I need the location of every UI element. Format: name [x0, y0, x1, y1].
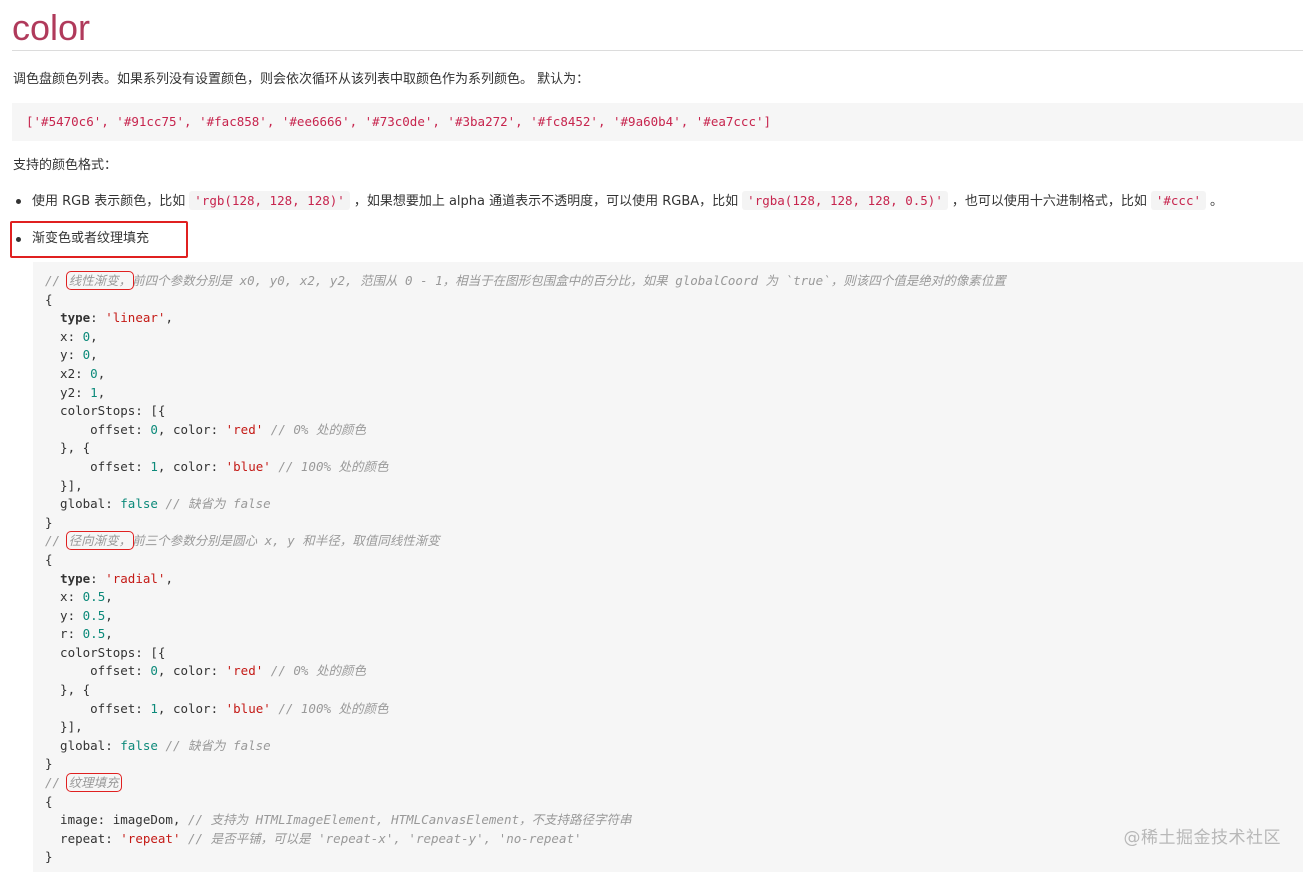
code-line: colorStops: [{	[45, 403, 166, 419]
texture-fill-label: 纹理填充	[65, 773, 122, 793]
intro-description: 调色盘颜色列表。如果系列没有设置颜色，则会依次循环从该列表中取颜色作为系列颜色。…	[13, 72, 590, 87]
code-line: x2: 0,	[45, 365, 106, 381]
format-text: ，如果想要加上 alpha 通道表示不透明度，可以使用 RGBA，比如	[353, 194, 739, 209]
code-line: }],	[45, 477, 83, 493]
code-line: global: false // 缺省为 false	[45, 737, 271, 753]
code-line: }	[45, 849, 53, 865]
code-line: image: imageDom, // 支持为 HTMLImageElement…	[45, 812, 632, 828]
code-line: type: 'radial',	[60, 570, 173, 586]
code-line: offset: 1, color: 'blue' // 100% 处的颜色	[45, 700, 389, 716]
code-line: type: 'linear',	[60, 310, 173, 326]
default-value-text: ['#5470c6', '#91cc75', '#fac858', '#ee66…	[26, 114, 772, 129]
formats-heading: 支持的颜色格式：	[13, 158, 118, 173]
code-line: y2: 1,	[45, 384, 106, 400]
rgba-example: 'rgba(128, 128, 128, 0.5)'	[742, 191, 948, 210]
code-line: }	[45, 514, 53, 530]
code-line: }, {	[45, 440, 91, 456]
code-line: colorStops: [{	[45, 644, 166, 660]
gradient-code-block: // 线性渐变，前四个参数分别是 x0, y0, x2, y2, 范围从 0 -…	[33, 262, 1303, 872]
code-line: }	[45, 756, 53, 772]
list-item: 使用 RGB 表示颜色，比如'rgb(128, 128, 128)' ，如果想要加…	[14, 191, 1223, 212]
default-value-code: ['#5470c6', '#91cc75', '#fac858', '#ee66…	[12, 103, 1303, 141]
code-line: x: 0.5,	[45, 589, 113, 605]
highlight-box	[10, 221, 188, 258]
code-line: {	[45, 793, 53, 809]
code-line: global: false // 缺省为 false	[45, 496, 271, 512]
doc-page: color 调色盘颜色列表。如果系列没有设置颜色，则会依次循环从该列表中取颜色作…	[0, 0, 1303, 872]
code-line: offset: 0, color: 'red' // 0% 处的颜色	[45, 421, 366, 437]
code-line: }],	[45, 719, 83, 735]
code-line: y: 0.5,	[45, 607, 113, 623]
code-line: r: 0.5,	[45, 626, 113, 642]
code-line: {	[45, 551, 53, 567]
code-line: offset: 0, color: 'red' // 0% 处的颜色	[45, 663, 366, 679]
code-line: x: 0,	[45, 328, 98, 344]
page-title: color	[12, 7, 91, 48]
code-line: offset: 1, color: 'blue' // 100% 处的颜色	[45, 458, 389, 474]
hex-example: '#ccc'	[1150, 191, 1207, 210]
title-divider	[12, 50, 1303, 51]
code-line: }, {	[45, 682, 91, 698]
code-line: {	[45, 291, 53, 307]
code-line: y: 0,	[45, 347, 98, 363]
rgb-example: 'rgb(128, 128, 128)'	[189, 191, 350, 210]
code-line: // 线性渐变，前四个参数分别是 x0, y0, x2, y2, 范围从 0 -…	[45, 271, 1006, 290]
watermark: @稀土掘金技术社区	[1123, 828, 1281, 848]
format-text: 使用 RGB 表示颜色，比如	[32, 194, 186, 209]
code-line: repeat: 'repeat' // 是否平铺，可以是 'repeat-x',…	[45, 830, 582, 846]
code-line: // 纹理填充	[45, 773, 122, 793]
code-line: // 径向渐变，前三个参数分别是圆心 x, y 和半径，取值同线性渐变	[45, 531, 440, 551]
radial-gradient-label: 径向渐变，	[65, 531, 135, 551]
format-text: ，也可以使用十六进制格式，比如	[951, 194, 1147, 209]
format-text: 。	[1210, 194, 1224, 209]
linear-gradient-label: 线性渐变，	[65, 271, 135, 290]
format-list: 使用 RGB 表示颜色，比如'rgb(128, 128, 128)' ，如果想要加…	[14, 191, 1223, 212]
